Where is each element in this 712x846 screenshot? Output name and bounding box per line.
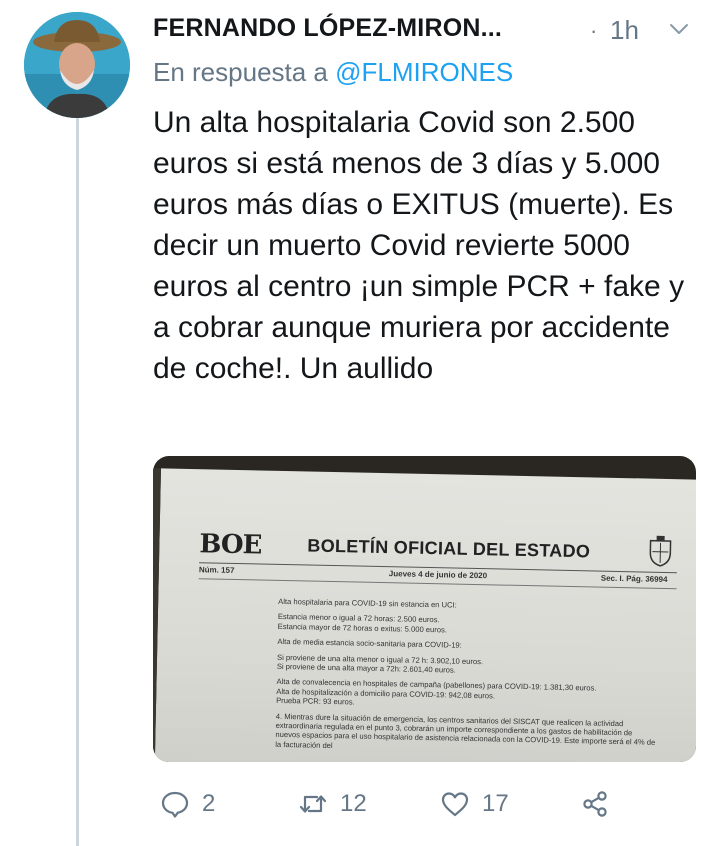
tweet-actions: 2 12 17 — [160, 786, 700, 822]
separator-dot: · — [590, 18, 598, 43]
retweet-count: 12 — [340, 790, 367, 817]
reply-count: 2 — [202, 790, 216, 817]
doc-line: Alta hospitalaria para COVID-19 sin esta… — [278, 596, 457, 610]
retweet-button[interactable]: 12 — [298, 786, 367, 822]
doc-line: Alta de convalecencia en hospitales de c… — [276, 677, 597, 707]
doc-section: Sec. I. Pág. 36994 — [600, 573, 668, 585]
doc-title: BOLETÍN OFICIAL DEL ESTADO — [307, 535, 591, 562]
author-name[interactable]: FERNANDO LÓPEZ-MIRON... — [153, 14, 502, 42]
reply-context: En respuesta a @FLMIRONES — [153, 57, 513, 88]
doc-body: Alta hospitalaria para COVID-19 sin esta… — [275, 597, 658, 762]
coat-of-arms-icon — [649, 535, 672, 567]
like-count: 17 — [482, 790, 509, 817]
doc-line: Alta de media estancia socio-sanitaria p… — [277, 637, 462, 650]
avatar[interactable] — [24, 12, 130, 118]
tweet-text: Un alta hospitalaria Covid son 2.500 eur… — [153, 106, 685, 385]
document-photo: BOE BOLETÍN OFICIAL DEL ESTADO Núm. 157 … — [153, 468, 696, 762]
avatar-image — [24, 12, 130, 118]
doc-number: Núm. 157 — [198, 565, 235, 575]
like-icon — [441, 792, 469, 817]
media-image[interactable]: BOE BOLETÍN OFICIAL DEL ESTADO Núm. 157 … — [153, 456, 696, 762]
chevron-down-icon[interactable] — [668, 18, 690, 40]
like-button[interactable]: 17 — [440, 786, 509, 822]
tweet-time[interactable]: 1h — [610, 15, 639, 46]
tweet-header: FERNANDO LÓPEZ-MIRON... · 1h — [153, 14, 698, 46]
share-icon — [583, 791, 607, 817]
reply-icon — [161, 791, 189, 818]
doc-line: Si proviene de una alta menor o igual a … — [276, 652, 484, 675]
doc-date: Jueves 4 de junio de 2020 — [388, 569, 488, 581]
share-button[interactable] — [580, 786, 610, 822]
retweet-icon — [299, 795, 327, 813]
thread-line — [76, 118, 79, 846]
reply-handle-link[interactable]: @FLMIRONES — [335, 57, 513, 87]
reply-prefix: En respuesta a — [153, 57, 328, 87]
boe-logo: BOE — [199, 529, 262, 561]
doc-line: Estancia menor o igual a 72 horas: 2.500… — [277, 612, 448, 635]
reply-button[interactable]: 2 — [160, 786, 215, 822]
doc-line: 4. Mientras dure la situación de emergen… — [275, 711, 656, 750]
